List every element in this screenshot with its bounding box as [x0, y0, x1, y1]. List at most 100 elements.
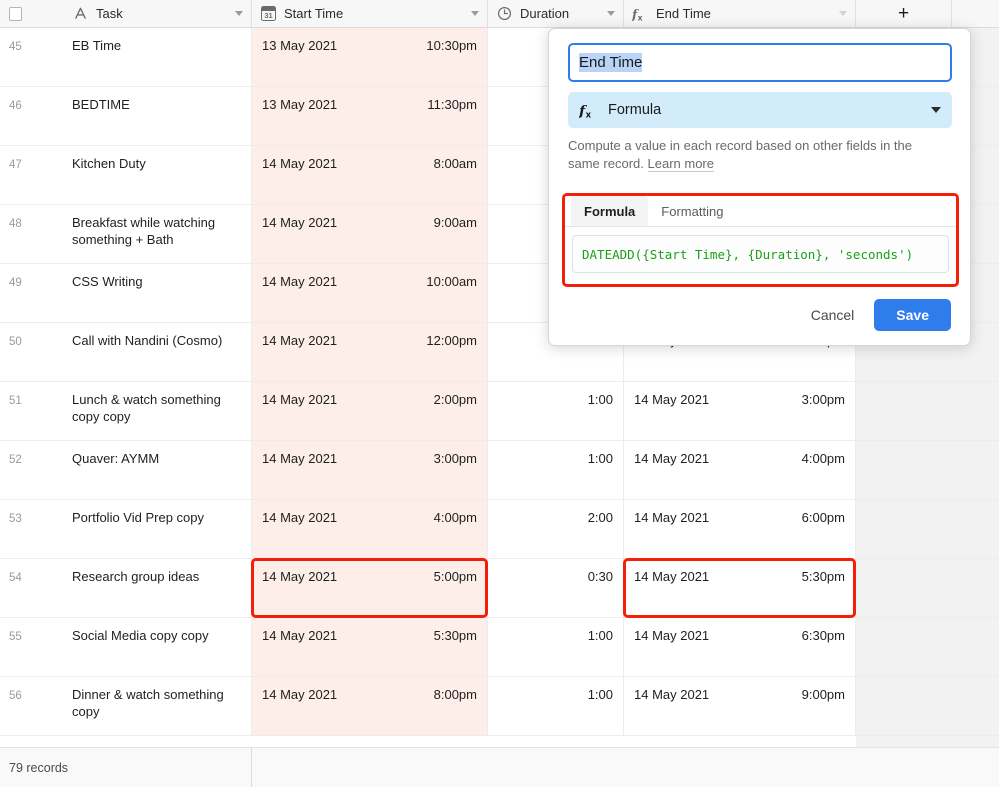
tab-formula[interactable]: Formula — [571, 196, 649, 226]
cell-end-time[interactable]: 14 May 2021 3:00pm — [624, 382, 856, 440]
chevron-down-icon[interactable] — [607, 11, 615, 16]
column-header-start-time[interactable]: 31 Start Time — [252, 0, 488, 27]
cell-start-time[interactable]: 14 May 2021 5:00pm — [251, 558, 488, 618]
chevron-down-icon[interactable] — [931, 107, 941, 113]
cell-task[interactable]: Call with Nandini (Cosmo) — [30, 323, 252, 381]
column-header-duration-label: Duration — [520, 6, 570, 21]
chevron-down-icon[interactable] — [471, 11, 479, 16]
cell-duration[interactable]: 2:00 — [488, 500, 624, 558]
table-row[interactable]: 51 Lunch & watch something copy copy 14 Ma… — [0, 382, 999, 441]
start-time: 10:30pm — [426, 38, 477, 53]
cell-task[interactable]: Dinner & watch something copy — [30, 677, 252, 735]
cell-duration[interactable]: 1:00 — [488, 677, 624, 735]
cell-start-time[interactable]: 14 May 2021 5:30pm — [252, 618, 488, 676]
cell-duration[interactable]: 0:30 — [488, 559, 624, 617]
table-row[interactable]: 54 Research group ideas 14 May 2021 5:00pm 0… — [0, 558, 999, 618]
start-time: 2:00pm — [433, 392, 477, 407]
column-header-task[interactable]: Task — [30, 0, 252, 27]
formula-input[interactable]: DATEADD({Start Time}, {Duration}, 'secon… — [572, 235, 949, 273]
popup-action-bar: Cancel Save — [805, 299, 951, 331]
start-time: 5:30pm — [433, 628, 477, 643]
table-row[interactable]: 55 Social Media copy copy 14 May 2021 5:30p… — [0, 618, 999, 677]
field-editor-popup: End Time f x Formula Compute a value in … — [548, 28, 971, 346]
start-time: 10:00am — [426, 274, 477, 289]
cell-start-time[interactable]: 14 May 2021 2:00pm — [252, 382, 488, 440]
cell-end-time[interactable]: 14 May 2021 5:30pm — [623, 558, 856, 618]
cell-start-time[interactable]: 14 May 2021 3:00pm — [252, 441, 488, 499]
header-tail-space — [952, 0, 999, 27]
cell-task[interactable]: Breakfast while watching something + Bat… — [30, 205, 252, 263]
clock-icon — [496, 5, 513, 22]
cell-end-time[interactable]: 14 May 2021 9:00pm — [624, 677, 856, 735]
cell-tail — [856, 559, 999, 617]
formula-editor-section: Formula Formatting DATEADD({Start Time},… — [562, 193, 959, 287]
start-time: 8:00am — [433, 156, 477, 171]
tab-formatting[interactable]: Formatting — [648, 196, 736, 226]
cancel-button[interactable]: Cancel — [805, 301, 861, 329]
column-header-duration[interactable]: Duration — [488, 0, 624, 27]
field-type-select[interactable]: f x Formula — [568, 92, 952, 128]
cell-tail — [856, 677, 999, 735]
start-date: 14 May 2021 — [262, 687, 338, 702]
chevron-down-icon[interactable] — [839, 11, 847, 16]
cell-duration[interactable]: 1:00 — [488, 441, 624, 499]
checkbox-icon[interactable] — [9, 6, 22, 21]
learn-more-link[interactable]: Learn more — [647, 156, 714, 172]
end-date: 14 May 2021 — [634, 392, 710, 407]
field-type-label: Formula — [608, 102, 662, 118]
field-name-value: End Time — [579, 53, 643, 72]
chevron-down-icon[interactable] — [235, 11, 243, 16]
start-time: 5:00pm — [433, 569, 477, 584]
end-time: 6:30pm — [801, 628, 845, 643]
end-time: 9:00pm — [801, 687, 845, 702]
column-header-end-time-label: End Time — [656, 6, 711, 21]
table-row[interactable]: 53 Portfolio Vid Prep copy 14 May 2021 4:00… — [0, 500, 999, 559]
row-number: 48 — [9, 218, 22, 230]
start-date: 14 May 2021 — [262, 569, 338, 584]
cell-tail — [856, 618, 999, 676]
end-date: 14 May 2021 — [634, 628, 710, 643]
start-date: 14 May 2021 — [262, 392, 338, 407]
cell-task[interactable]: Lunch & watch something copy copy — [30, 382, 252, 440]
row-number: 49 — [9, 277, 22, 289]
cell-end-time[interactable]: 14 May 2021 6:30pm — [624, 618, 856, 676]
cell-start-time[interactable]: 14 May 2021 8:00pm — [252, 677, 488, 735]
cell-start-time[interactable]: 14 May 2021 10:00am — [252, 264, 488, 322]
cell-start-time[interactable]: 13 May 2021 10:30pm — [252, 28, 488, 86]
cell-task[interactable]: Portfolio Vid Prep copy — [30, 500, 252, 558]
cell-start-time[interactable]: 14 May 2021 9:00am — [252, 205, 488, 263]
row-number: 54 — [9, 572, 22, 584]
cell-task[interactable]: BEDTIME — [30, 87, 252, 145]
cell-start-time[interactable]: 14 May 2021 4:00pm — [252, 500, 488, 558]
row-number: 56 — [9, 690, 22, 702]
cell-tail — [856, 500, 999, 558]
cell-start-time[interactable]: 13 May 2021 11:30pm — [252, 87, 488, 145]
column-header-end-time[interactable]: f x End Time — [624, 0, 856, 27]
cell-task[interactable]: CSS Writing — [30, 264, 252, 322]
cell-task[interactable]: Social Media copy copy — [30, 618, 252, 676]
add-field-button[interactable]: + — [856, 0, 952, 27]
save-button[interactable]: Save — [874, 299, 951, 331]
cell-end-time[interactable]: 14 May 2021 4:00pm — [624, 441, 856, 499]
cell-duration[interactable]: 1:00 — [488, 382, 624, 440]
cell-task[interactable]: Research group ideas — [30, 559, 252, 617]
cell-tail — [856, 382, 999, 440]
cell-task[interactable]: Quaver: AYMM — [30, 441, 252, 499]
row-number: 46 — [9, 100, 22, 112]
cell-task[interactable]: EB Time — [30, 28, 252, 86]
table-row[interactable]: 56 Dinner & watch something copy 14 May 20… — [0, 677, 999, 736]
cell-start-time[interactable]: 14 May 2021 8:00am — [252, 146, 488, 204]
cell-end-time[interactable]: 14 May 2021 6:00pm — [624, 500, 856, 558]
start-date: 14 May 2021 — [262, 274, 338, 289]
table-row[interactable]: 52 Quaver: AYMM 14 May 2021 3:00pm 1:00 14 Ma… — [0, 441, 999, 500]
select-all-cell[interactable] — [0, 0, 30, 27]
text-field-icon — [72, 5, 89, 22]
row-number: 47 — [9, 159, 22, 171]
row-number: 51 — [9, 395, 22, 407]
start-date: 13 May 2021 — [262, 97, 338, 112]
field-name-input[interactable]: End Time — [568, 43, 952, 82]
cell-start-time[interactable]: 14 May 2021 12:00pm — [252, 323, 488, 381]
row-number: 52 — [9, 454, 22, 466]
cell-task[interactable]: Kitchen Duty — [30, 146, 252, 204]
cell-duration[interactable]: 1:00 — [488, 618, 624, 676]
